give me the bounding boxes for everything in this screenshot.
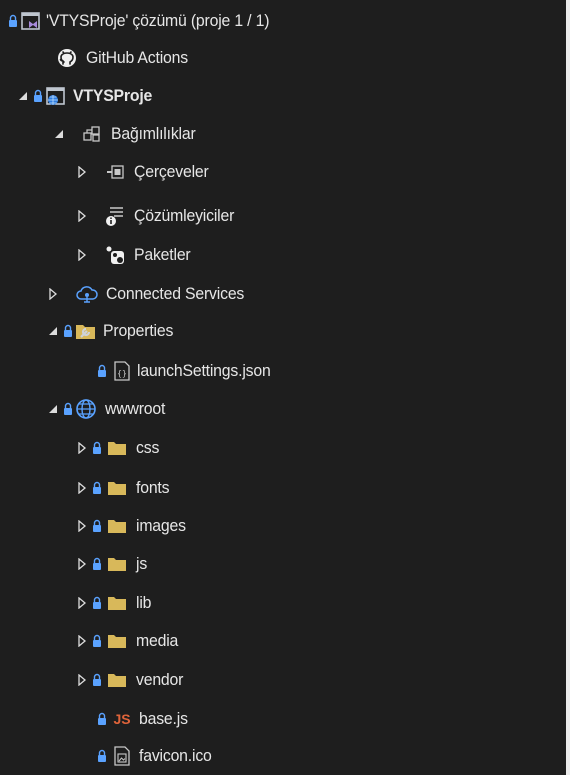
lock-icon bbox=[92, 478, 102, 498]
tree-item-label: GitHub Actions bbox=[86, 47, 188, 67]
tree-item-label: media bbox=[136, 630, 179, 650]
tree-item-label: css bbox=[136, 437, 160, 457]
tree-item-wwwroot[interactable]: wwwroot bbox=[0, 390, 566, 427]
collapsed-arrow-icon[interactable] bbox=[75, 245, 89, 265]
web-project-icon bbox=[45, 85, 67, 107]
tree-item-label: Çözümleyiciler bbox=[134, 205, 235, 225]
tree-item-folder-fonts[interactable]: fonts bbox=[0, 469, 566, 506]
folder-icon bbox=[106, 592, 128, 614]
tree-item-solution[interactable]: 'VTYSProje' çözümü (proje 1 / 1) bbox=[0, 2, 566, 39]
tree-item-folder-images[interactable]: images bbox=[0, 507, 566, 544]
folder-icon bbox=[106, 437, 128, 459]
tree-item-folder-css[interactable]: css bbox=[0, 429, 566, 466]
tree-item-analyzers[interactable]: Çözümleyiciler bbox=[0, 197, 566, 234]
collapsed-arrow-icon[interactable] bbox=[75, 670, 89, 690]
folder-icon bbox=[106, 515, 128, 537]
lock-icon bbox=[92, 438, 102, 458]
tree-item-label: js bbox=[136, 553, 148, 573]
folder-icon bbox=[106, 553, 128, 575]
solution-explorer-panel: 'VTYSProje' çözümü (proje 1 / 1) GitHub … bbox=[0, 0, 570, 775]
tree-item-label: lib bbox=[136, 592, 152, 612]
collapsed-arrow-icon[interactable] bbox=[75, 478, 89, 498]
tree-item-label: launchSettings.json bbox=[137, 360, 271, 380]
tree-item-label: base.js bbox=[139, 708, 188, 728]
tree-item-label: Paketler bbox=[134, 244, 191, 264]
collapsed-arrow-icon[interactable] bbox=[75, 516, 89, 536]
frameworks-icon bbox=[104, 161, 126, 183]
folder-icon bbox=[106, 669, 128, 691]
analyzers-icon bbox=[104, 205, 126, 227]
tree-item-label: VTYSProje bbox=[73, 85, 153, 105]
globe-icon bbox=[75, 398, 97, 420]
tree-item-packages[interactable]: Paketler bbox=[0, 236, 566, 273]
tree-item-label: favicon.ico bbox=[139, 745, 212, 765]
tree-item-github-actions[interactable]: GitHub Actions bbox=[0, 39, 566, 76]
tree-item-launch-settings[interactable]: {} launchSettings.json bbox=[0, 352, 566, 389]
expanded-arrow-icon[interactable] bbox=[46, 399, 60, 419]
lock-icon bbox=[63, 399, 73, 419]
js-badge: JS bbox=[113, 710, 131, 727]
tree-item-folder-js[interactable]: js bbox=[0, 545, 566, 582]
collapsed-arrow-icon[interactable] bbox=[75, 631, 89, 651]
tree-item-favicon[interactable]: favicon.ico bbox=[0, 737, 566, 774]
folder-icon bbox=[106, 477, 128, 499]
connected-services-icon bbox=[76, 283, 98, 305]
collapsed-arrow-icon[interactable] bbox=[75, 438, 89, 458]
json-file-icon: {} bbox=[111, 360, 133, 382]
tree-item-folder-lib[interactable]: lib bbox=[0, 584, 566, 621]
expanded-arrow-icon[interactable] bbox=[52, 124, 66, 144]
nuget-package-icon bbox=[104, 244, 126, 266]
svg-text:{}: {} bbox=[117, 369, 127, 378]
lock-icon bbox=[8, 11, 18, 31]
lock-icon bbox=[92, 593, 102, 613]
lock-icon bbox=[92, 670, 102, 690]
expanded-arrow-icon[interactable] bbox=[46, 321, 60, 341]
tree-item-label: fonts bbox=[136, 477, 170, 497]
lock-icon bbox=[92, 631, 102, 651]
github-icon bbox=[56, 47, 78, 69]
tree-item-connected-services[interactable]: Connected Services bbox=[0, 275, 566, 312]
tree-item-folder-vendor[interactable]: vendor bbox=[0, 661, 566, 698]
tree-item-label: Connected Services bbox=[106, 283, 245, 303]
tree-item-dependencies[interactable]: Bağımlılıklar bbox=[0, 115, 566, 152]
folder-icon bbox=[106, 630, 128, 652]
lock-icon bbox=[92, 516, 102, 536]
tree-item-properties[interactable]: Properties bbox=[0, 312, 566, 349]
tree-item-folder-media[interactable]: media bbox=[0, 622, 566, 659]
collapsed-arrow-icon[interactable] bbox=[75, 206, 89, 226]
lock-icon bbox=[92, 554, 102, 574]
dependencies-icon bbox=[81, 123, 103, 145]
lock-icon bbox=[97, 709, 107, 729]
tree-item-label: vendor bbox=[136, 669, 184, 689]
tree-item-label: 'VTYSProje' çözümü (proje 1 / 1) bbox=[46, 10, 270, 30]
tree-item-label: images bbox=[136, 515, 186, 535]
lock-icon bbox=[63, 321, 73, 341]
tree-item-label: wwwroot bbox=[105, 398, 166, 418]
tree-item-frameworks[interactable]: Çerçeveler bbox=[0, 153, 566, 190]
tree-item-label: Çerçeveler bbox=[134, 161, 209, 181]
collapsed-arrow-icon[interactable] bbox=[75, 554, 89, 574]
tree-item-base-js[interactable]: JS base.js bbox=[0, 700, 566, 737]
lock-icon bbox=[97, 361, 107, 381]
collapsed-arrow-icon[interactable] bbox=[75, 162, 89, 182]
tree-item-label: Properties bbox=[103, 320, 174, 340]
tree-item-label: Bağımlılıklar bbox=[111, 123, 196, 143]
solution-icon bbox=[20, 10, 42, 32]
tree-item-project[interactable]: VTYSProje bbox=[0, 77, 566, 114]
js-file-icon: JS bbox=[111, 708, 133, 730]
image-file-icon bbox=[111, 745, 133, 767]
collapsed-arrow-icon[interactable] bbox=[75, 593, 89, 613]
properties-folder-icon bbox=[75, 320, 97, 342]
lock-icon bbox=[33, 86, 43, 106]
lock-icon bbox=[97, 746, 107, 766]
expanded-arrow-icon[interactable] bbox=[16, 86, 30, 106]
collapsed-arrow-icon[interactable] bbox=[46, 284, 60, 304]
